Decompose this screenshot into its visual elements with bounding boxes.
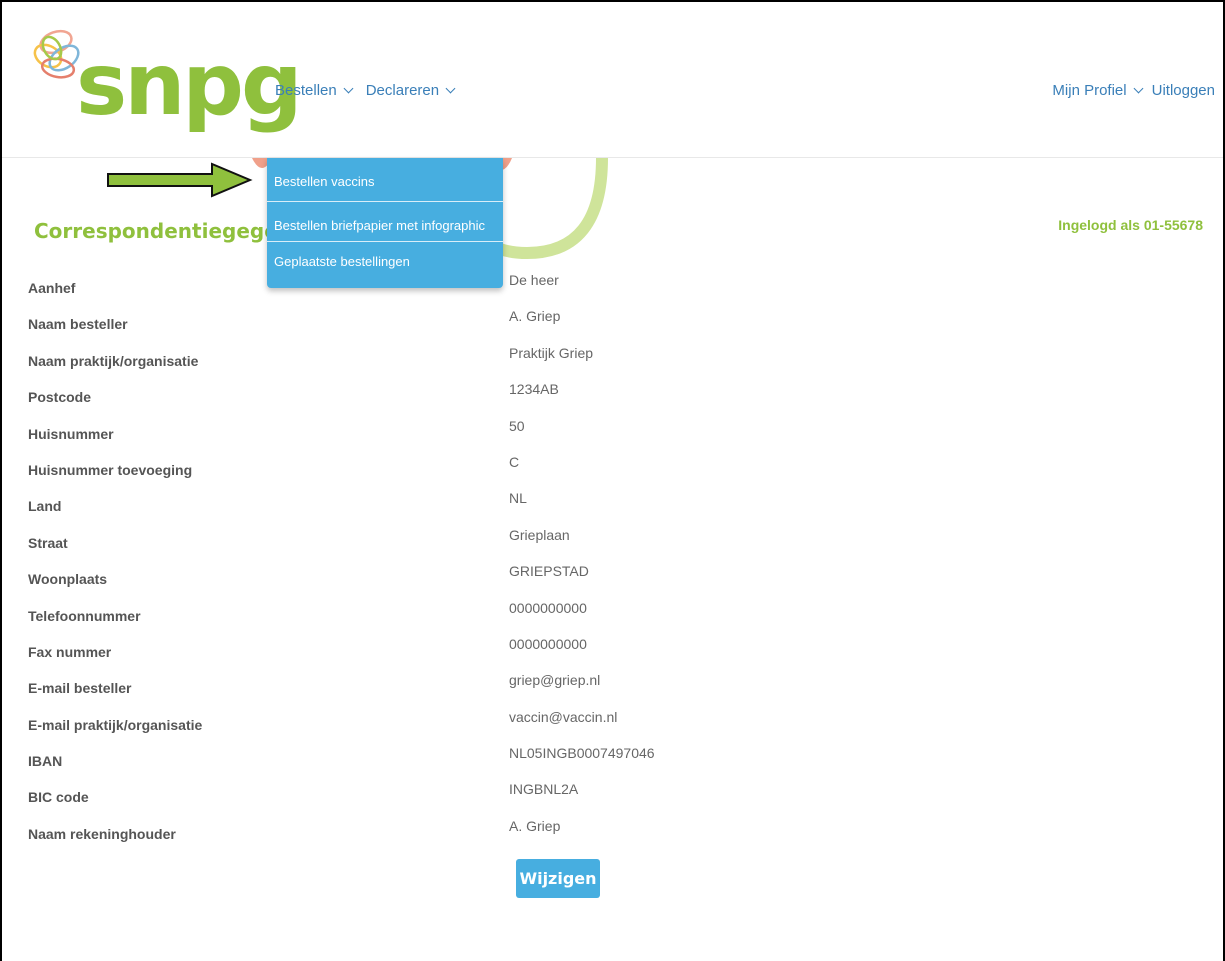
field-label: Naam besteller (28, 316, 128, 333)
field-label: E-mail besteller (28, 680, 132, 697)
chevron-down-icon (1133, 83, 1144, 94)
nav-profile-label: Mijn Profiel (1052, 82, 1127, 99)
field-value: A. Griep (509, 308, 561, 325)
nav-profile[interactable]: Mijn Profiel (1052, 82, 1144, 99)
field-row-aanhef: Aanhef De heer (2, 264, 1223, 300)
field-value: C (509, 453, 520, 470)
field-label: Naam rekeninghouder (28, 825, 176, 842)
field-label: Huisnummer (28, 425, 114, 442)
correspondence-details: Aanhef De heer Naam besteller A. Griep N… (2, 264, 1223, 846)
field-value: Praktijk Griep (509, 344, 594, 361)
field-value: 50 (509, 417, 525, 434)
field-label: E-mail praktijk/organisatie (28, 716, 203, 733)
nav-logout-label: Uitloggen (1151, 82, 1215, 99)
field-row-huisnummer: Huisnummer 50 (2, 410, 1223, 446)
field-label: Woonplaats (28, 571, 108, 588)
field-row-email-besteller: E-mail besteller griep@griep.nl (2, 664, 1223, 700)
field-value: NL (509, 490, 527, 507)
user-nav: Mijn Profiel Uitloggen (1052, 82, 1215, 99)
field-row-naam-praktijk: Naam praktijk/organisatie Praktijk Griep (2, 337, 1223, 373)
field-row-fax-nummer: Fax nummer 0000000000 (2, 628, 1223, 664)
field-row-email-praktijk: E-mail praktijk/organisatie vaccin@vacci… (2, 701, 1223, 737)
field-label: Land (28, 498, 62, 515)
field-label: IBAN (28, 753, 63, 770)
field-row-straat: Straat Grieplaan (2, 519, 1223, 555)
nav-bestellen-label: Bestellen (275, 82, 337, 99)
site-header: snpg Bestellen Declareren Mijn Profiel U… (2, 2, 1223, 158)
field-row-telefoonnummer: Telefoonnummer 0000000000 (2, 592, 1223, 628)
field-value: 0000000000 (509, 599, 587, 616)
logged-in-status: Ingelogd als 01-55678 (1058, 217, 1203, 233)
wijzigen-button[interactable]: Wijzigen (516, 859, 600, 898)
nav-logout[interactable]: Uitloggen (1152, 82, 1215, 99)
nav-declareren-label: Declareren (365, 82, 440, 99)
snpg-logo[interactable]: snpg (28, 22, 303, 157)
menu-item-geplaatste-bestellingen[interactable]: Geplaatste bestellingen (267, 242, 503, 288)
nav-bestellen[interactable]: Bestellen (275, 82, 354, 99)
field-label: Straat (28, 534, 68, 551)
field-value: INGBNL2A (509, 781, 579, 798)
field-value: De heer (509, 272, 559, 288)
field-value: NL05INGB0007497046 (509, 745, 655, 762)
field-row-postcode: Postcode 1234AB (2, 373, 1223, 409)
field-row-iban: IBAN NL05INGB0007497046 (2, 737, 1223, 773)
field-row-land: Land NL (2, 482, 1223, 518)
field-label: Fax nummer (28, 643, 112, 660)
field-row-bic-code: BIC code INGBNL2A (2, 773, 1223, 809)
menu-item-bestellen-briefpapier[interactable]: Bestellen briefpapier met infographic (267, 202, 503, 242)
field-row-naam-besteller: Naam besteller A. Griep (2, 300, 1223, 336)
field-value: 0000000000 (509, 635, 587, 652)
field-row-naam-rekeninghouder: Naam rekeninghouder A. Griep (2, 810, 1223, 846)
bestellen-dropdown-menu: Bestellen vaccins Bestellen briefpapier … (267, 158, 503, 288)
field-label: Telefoonnummer (28, 607, 141, 624)
chevron-down-icon (343, 83, 354, 94)
field-label: Aanhef (28, 280, 76, 296)
field-value: griep@griep.nl (509, 672, 601, 689)
field-label: Huisnummer toevoeging (28, 461, 193, 478)
chevron-down-icon (445, 83, 456, 94)
nav-declareren[interactable]: Declareren (365, 82, 456, 99)
field-value: A. Griep (509, 817, 561, 834)
page-frame: snpg Bestellen Declareren Mijn Profiel U… (0, 0, 1225, 961)
menu-item-bestellen-vaccins[interactable]: Bestellen vaccins (267, 158, 503, 202)
field-label: Postcode (28, 389, 92, 406)
field-value: GRIEPSTAD (509, 563, 589, 580)
field-row-woonplaats: Woonplaats GRIEPSTAD (2, 555, 1223, 591)
field-label: Naam praktijk/organisatie (28, 352, 199, 369)
main-nav: Bestellen Declareren (275, 82, 456, 99)
field-value: 1234AB (509, 381, 559, 398)
field-row-huisnummer-toevoeging: Huisnummer toevoeging C (2, 446, 1223, 482)
green-arrow-icon (107, 162, 253, 198)
field-label: BIC code (28, 789, 89, 806)
field-value: Grieplaan (509, 526, 570, 543)
logo-wordmark: snpg (76, 35, 303, 135)
field-value: vaccin@vaccin.nl (509, 708, 618, 725)
